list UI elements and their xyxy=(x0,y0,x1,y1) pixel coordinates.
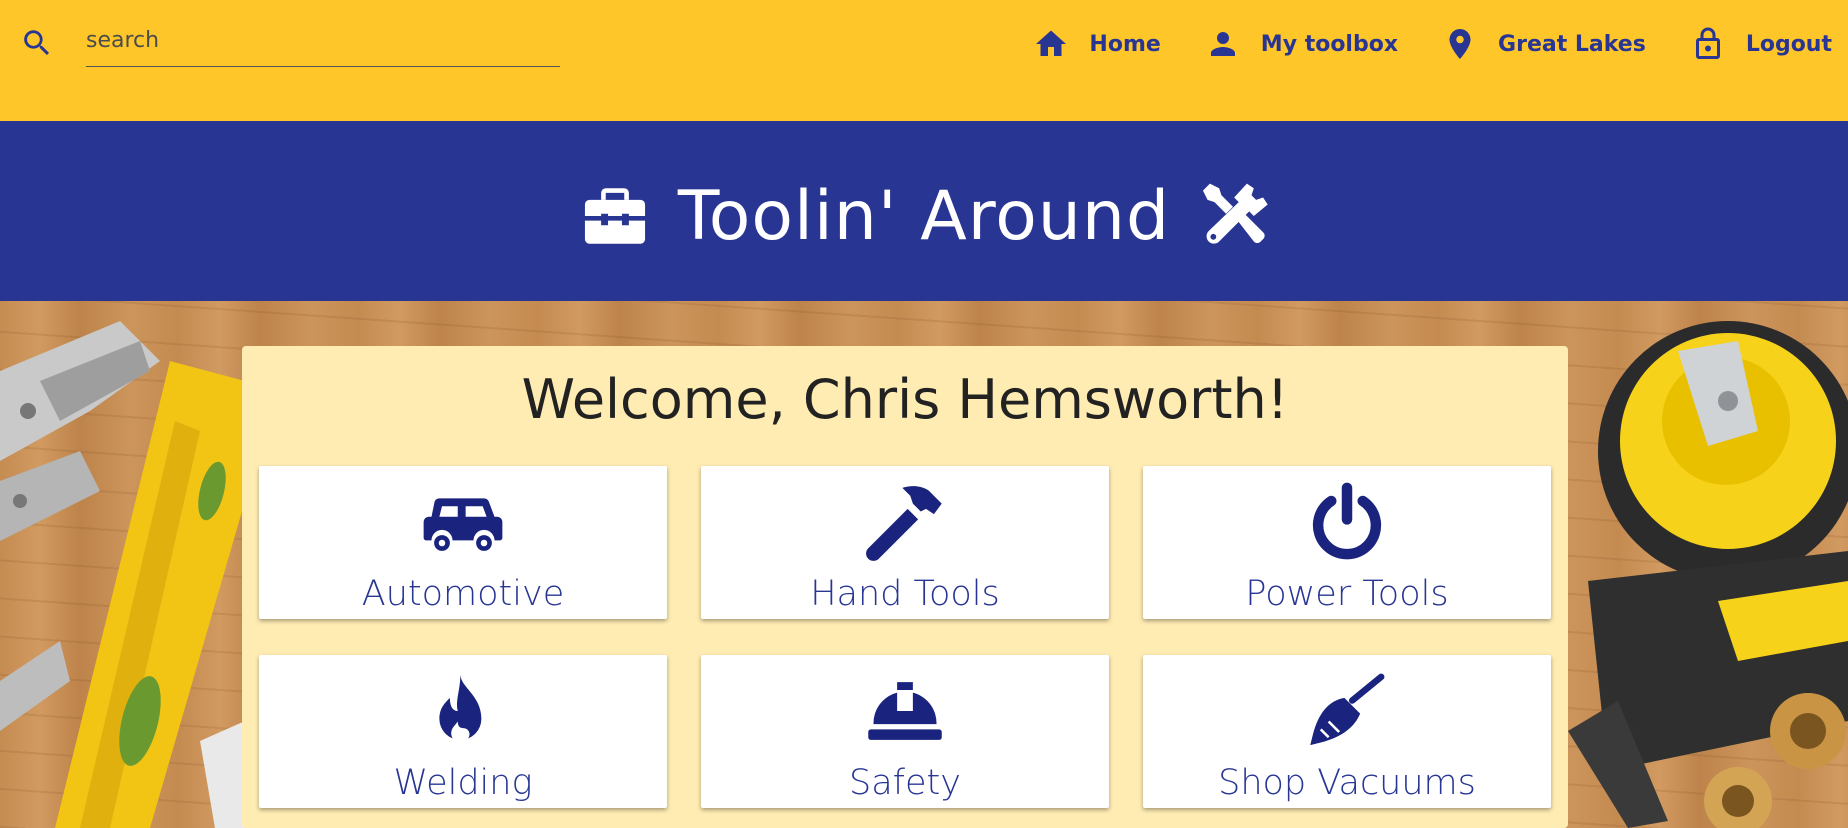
flame-icon xyxy=(439,674,482,743)
category-card-power-tools[interactable]: Power Tools xyxy=(1143,466,1551,619)
search-input[interactable] xyxy=(86,14,560,67)
welcome-panel: Welcome, Chris Hemsworth! Automotive Han… xyxy=(242,346,1568,828)
home-icon xyxy=(1036,30,1067,56)
category-card-shop-vacuums[interactable]: Shop Vacuums xyxy=(1143,655,1551,808)
nav-location-label: Great Lakes xyxy=(1498,31,1646,57)
location-pin-icon xyxy=(1449,29,1471,59)
category-label: Safety xyxy=(849,763,961,803)
category-card-automotive[interactable]: Automotive xyxy=(259,466,667,619)
tape-measure-image xyxy=(1568,321,1848,828)
category-label: Hand Tools xyxy=(810,574,1000,614)
category-label: Power Tools xyxy=(1245,574,1449,614)
lock-icon xyxy=(1695,27,1720,59)
category-label: Welding xyxy=(393,763,533,803)
toolbox-icon xyxy=(584,188,645,244)
nav-my-toolbox[interactable]: My toolbox xyxy=(1205,26,1398,62)
nav-logout[interactable]: Logout xyxy=(1690,26,1832,62)
hard-hat-icon xyxy=(868,682,942,740)
nav-home[interactable]: Home xyxy=(1033,26,1161,62)
main-nav: Home My toolbox Great Lakes Logout xyxy=(1033,24,1848,64)
category-card-safety[interactable]: Safety xyxy=(701,655,1109,808)
top-nav-bar: Home My toolbox Great Lakes Logout xyxy=(0,0,1848,121)
nav-location[interactable]: Great Lakes xyxy=(1442,26,1646,62)
category-label: Automotive xyxy=(361,574,565,614)
category-card-welding[interactable]: Welding xyxy=(259,655,667,808)
category-card-hand-tools[interactable]: Hand Tools xyxy=(701,466,1109,619)
search-icon[interactable] xyxy=(20,26,54,60)
app-title: Toolin' Around xyxy=(677,176,1171,256)
welcome-heading: Welcome, Chris Hemsworth! xyxy=(521,368,1289,431)
brand-header: Toolin' Around xyxy=(0,121,1848,301)
hammer-icon xyxy=(866,486,942,561)
category-label: Shop Vacuums xyxy=(1218,763,1476,803)
wrench-screwdriver-icon xyxy=(1203,183,1268,244)
pliers-and-level-image xyxy=(0,321,245,828)
power-icon xyxy=(1312,482,1382,560)
nav-logout-label: Logout xyxy=(1745,31,1832,57)
person-icon xyxy=(1210,32,1235,56)
car-icon xyxy=(423,498,503,551)
brand-header-content: Toolin' Around xyxy=(578,177,1270,256)
nav-home-label: Home xyxy=(1089,31,1161,57)
nav-my-toolbox-label: My toolbox xyxy=(1260,31,1399,57)
broom-icon xyxy=(1310,673,1385,746)
